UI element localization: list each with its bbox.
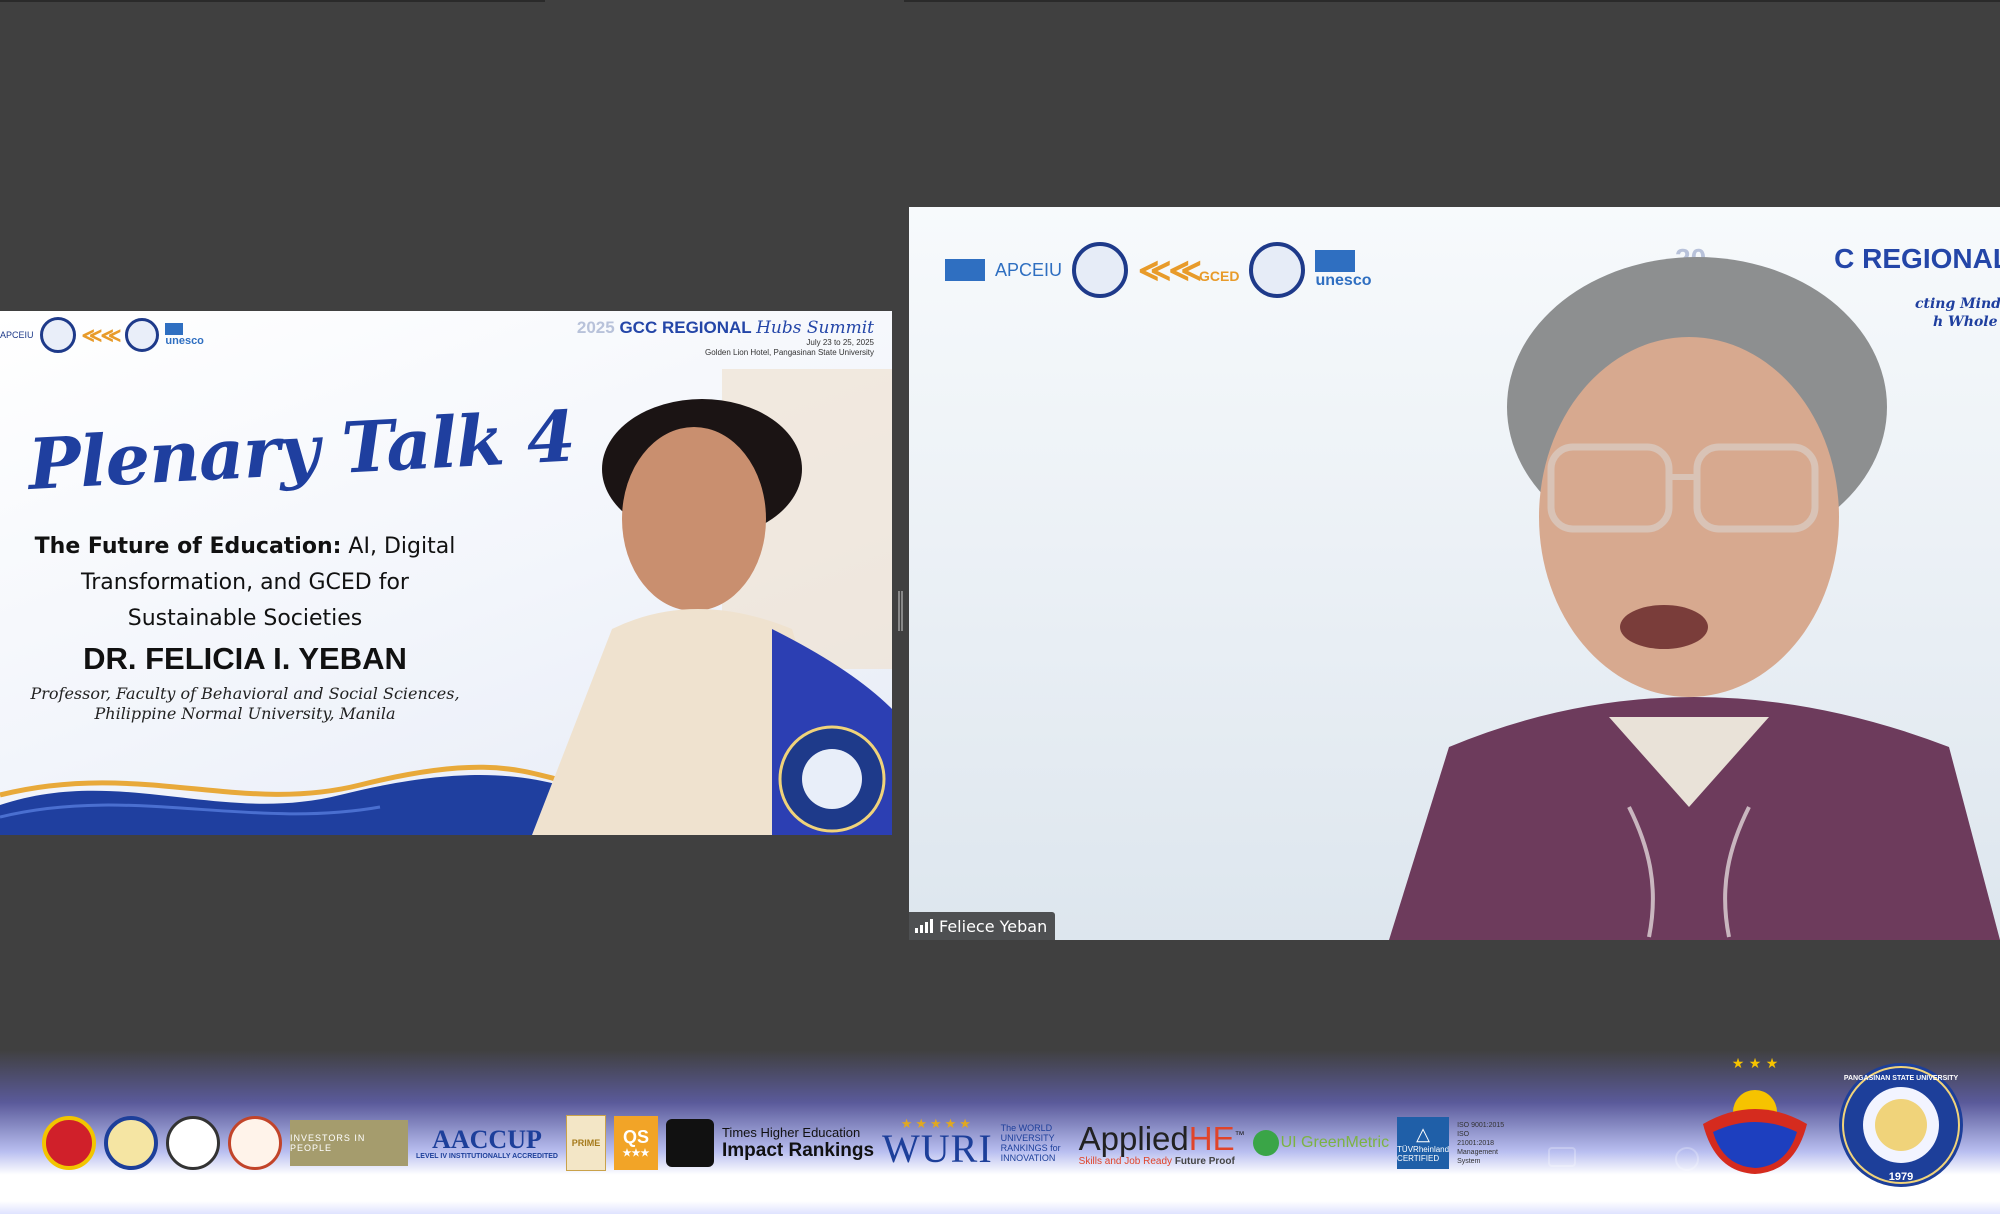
apceiu-logo: APCEIU [0, 330, 34, 340]
unesco-logo: unesco [165, 323, 204, 347]
event-year: 2025 [576, 318, 615, 337]
the-line1: Times Higher Education [721, 1124, 861, 1140]
svg-text:★ ★ ★: ★ ★ ★ [1732, 1056, 1779, 1072]
psu-seal-icon [125, 318, 160, 352]
connection-signal-icon [915, 919, 933, 933]
participant-name-tag: Feliece Yeban [909, 912, 1056, 940]
gced-logo: ≪≪GCED [1138, 252, 1240, 288]
trademark-mark: ™ [1234, 1130, 1245, 1141]
psu-seal-text: PANGASINAN STATE UNIVERSITY [1844, 1075, 1959, 1082]
unesco-temple-icon [945, 259, 985, 281]
event-dates: July 23 to 25, 2025 [806, 338, 874, 347]
university-seal-icon [39, 317, 76, 353]
talk-title-line3: Sustainable Societies [127, 606, 363, 631]
gced-logo-icon: ≪≪ [81, 324, 122, 347]
psu-year: 1979 [1889, 1171, 1913, 1183]
top-divider-right [904, 0, 2000, 2]
unesco-temple-icon [165, 323, 184, 335]
participant-name: Feliece Yeban [939, 916, 1048, 936]
slide-logo-row: APCEIU ≪≪ unesco [0, 317, 204, 353]
plenary-heading: Plenary Talk 4 [26, 394, 577, 506]
video-background-logos: APCEIU ≪≪GCED unesco [945, 242, 1372, 298]
event-title-text: GCC REGIONAL [619, 318, 752, 337]
speaker-portrait-image [532, 369, 892, 835]
speaker-role: Professor, Faculty of Behavioral and Soc… [20, 684, 470, 724]
unesco-label: unesco [165, 335, 204, 347]
panel-resize-handle[interactable] [898, 591, 903, 631]
more-options-icon[interactable] [1675, 1147, 1699, 1171]
gced-label: GCED [1199, 268, 1240, 284]
slide-event-title: 2025 GCC REGIONAL Hubs Summit [577, 318, 874, 338]
event-venue: Golden Lion Hotel, Pangasinan State Univ… [705, 348, 874, 357]
psu-seal-icon [1249, 242, 1306, 298]
participant-video-tile[interactable]: APCEIU ≪≪GCED unesco 20C REGIONAL cting … [909, 207, 2000, 940]
shared-slide-panel[interactable]: APCEIU ≪≪ unesco 2025 GCC REGIONAL Hubs … [0, 311, 892, 835]
talk-title: The Future of Education: AI, Digital Tra… [20, 529, 470, 637]
bagong-pilipinas-label: BAGONG PILIPINAS [1687, 1184, 1823, 1200]
captions-icon[interactable] [1548, 1147, 1576, 1167]
apceiu-logo: APCEIU [995, 259, 1063, 280]
bagong-pilipinas-logo: ★ ★ ★ BAGONG PILIPINAS [1677, 1054, 1833, 1200]
tuv-triangle-icon: △ [1416, 1123, 1430, 1144]
participant-video-image [1389, 257, 2000, 940]
event-hubs: Hubs Summit [756, 318, 874, 338]
speaker-role-line1: Professor, Faculty of Behavioral and Soc… [30, 684, 460, 703]
speaker-name: DR. FELICIA I. YEBAN [83, 641, 407, 676]
talk-title-line2: Transformation, and GCED for [81, 570, 409, 595]
slide-event-header: 2025 GCC REGIONAL Hubs Summit July 23 to… [577, 318, 874, 358]
faint-meeting-toolbar [0, 1147, 2000, 1171]
top-divider-left [0, 0, 545, 2]
talk-title-bold: The Future of Education: [34, 534, 342, 559]
qs-label: QS [622, 1127, 649, 1147]
speaker-role-line2: Philippine Normal University, Manila [94, 704, 396, 723]
talk-title-rest: AI, Digital [341, 534, 456, 559]
university-seal-icon [1072, 242, 1129, 298]
